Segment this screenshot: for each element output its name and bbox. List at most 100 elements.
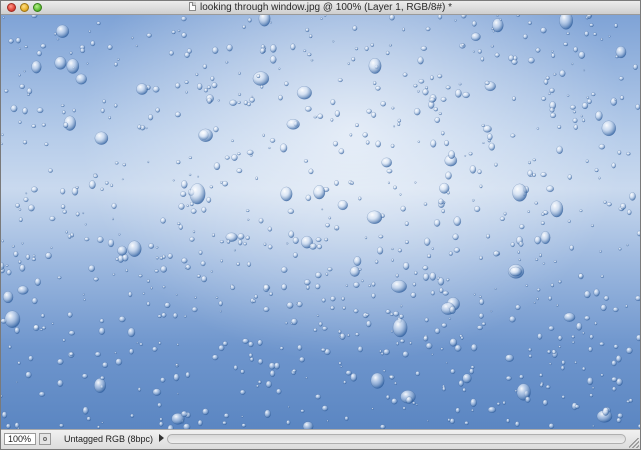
raindrop bbox=[536, 297, 539, 301]
raindrop bbox=[237, 100, 241, 104]
raindrop bbox=[115, 358, 123, 366]
raindrop bbox=[509, 266, 522, 277]
raindrop bbox=[454, 19, 457, 22]
raindrop bbox=[392, 318, 408, 338]
raindrop bbox=[448, 317, 452, 320]
raindrop bbox=[313, 328, 318, 333]
raindrop bbox=[100, 375, 105, 381]
raindrop bbox=[602, 407, 610, 416]
raindrop bbox=[324, 237, 329, 242]
raindrop bbox=[440, 347, 444, 351]
raindrop bbox=[449, 338, 458, 347]
raindrop bbox=[377, 246, 384, 255]
raindrop bbox=[226, 44, 233, 52]
raindrop bbox=[242, 338, 249, 344]
resize-grip[interactable] bbox=[629, 438, 639, 448]
raindrop bbox=[441, 208, 445, 214]
raindrop bbox=[113, 103, 118, 108]
raindrop bbox=[387, 181, 390, 185]
raindrop bbox=[542, 399, 548, 406]
raindrop bbox=[258, 217, 264, 224]
raindrop bbox=[430, 290, 435, 296]
raindrop bbox=[338, 361, 342, 366]
raindrop bbox=[22, 107, 28, 115]
status-options-button[interactable] bbox=[39, 433, 51, 445]
raindrop bbox=[600, 37, 604, 41]
raindrop bbox=[286, 301, 294, 309]
raindrop bbox=[94, 131, 109, 145]
raindrop bbox=[567, 219, 571, 224]
raindrop bbox=[414, 270, 418, 276]
raindrop bbox=[586, 377, 594, 386]
raindrop bbox=[233, 248, 236, 252]
triangle-right-icon[interactable] bbox=[159, 434, 164, 442]
raindrop bbox=[192, 230, 196, 234]
raindrop bbox=[211, 354, 219, 361]
raindrop bbox=[614, 98, 617, 101]
raindrop bbox=[168, 50, 174, 56]
image-canvas[interactable] bbox=[1, 15, 640, 429]
raindrop bbox=[438, 198, 444, 205]
raindrop bbox=[249, 97, 255, 103]
raindrop bbox=[213, 162, 221, 171]
raindrop bbox=[215, 296, 219, 299]
raindrop bbox=[617, 150, 622, 155]
raindrop bbox=[561, 360, 566, 365]
raindrop bbox=[83, 298, 86, 302]
raindrop bbox=[201, 275, 208, 283]
raindrop bbox=[470, 32, 481, 41]
raindrop bbox=[600, 304, 607, 312]
raindrop bbox=[540, 231, 551, 245]
raindrop bbox=[625, 304, 628, 308]
raindrop bbox=[135, 44, 139, 48]
raindrop bbox=[189, 236, 195, 242]
raindrop bbox=[509, 315, 516, 323]
raindrop bbox=[136, 83, 148, 95]
raindrop bbox=[10, 104, 18, 113]
raindrop bbox=[278, 67, 281, 71]
raindrop bbox=[18, 47, 22, 51]
raindrop bbox=[405, 396, 413, 404]
raindrop bbox=[96, 21, 101, 26]
raindrop bbox=[494, 287, 497, 290]
raindrop bbox=[525, 396, 531, 403]
raindrop bbox=[380, 101, 387, 107]
raindrop bbox=[460, 336, 464, 340]
raindrop bbox=[152, 388, 162, 396]
raindrop bbox=[429, 272, 436, 281]
raindrop bbox=[472, 50, 475, 53]
raindrop bbox=[542, 262, 546, 265]
horizontal-scrollbar[interactable] bbox=[167, 434, 626, 444]
raindrop bbox=[90, 40, 96, 47]
raindrop bbox=[453, 216, 462, 226]
raindrop bbox=[586, 15, 593, 19]
raindrop bbox=[383, 348, 390, 356]
document-icon[interactable] bbox=[189, 2, 197, 11]
raindrop bbox=[422, 265, 429, 271]
raindrop bbox=[197, 175, 200, 178]
raindrop bbox=[13, 251, 19, 258]
raindrop bbox=[527, 210, 531, 213]
title-bar[interactable]: looking through window.jpg @ 100% (Layer… bbox=[1, 1, 640, 15]
raindrop bbox=[534, 201, 539, 205]
raindrop bbox=[381, 157, 393, 168]
raindrop bbox=[127, 327, 136, 338]
raindrop bbox=[380, 352, 384, 356]
raindrop bbox=[75, 211, 80, 217]
raindrop bbox=[209, 185, 214, 189]
raindrop bbox=[548, 92, 551, 96]
raindrop bbox=[38, 391, 46, 397]
raindrop bbox=[494, 52, 500, 58]
raindrop bbox=[632, 64, 638, 71]
raindrop bbox=[402, 72, 408, 77]
raindrop bbox=[67, 311, 73, 318]
raindrop bbox=[157, 402, 162, 408]
raindrop bbox=[499, 18, 502, 22]
raindrop bbox=[571, 335, 576, 339]
raindrop bbox=[177, 222, 181, 226]
raindrop bbox=[617, 413, 624, 419]
raindrop bbox=[540, 172, 547, 178]
raindrop bbox=[265, 380, 272, 388]
raindrop bbox=[217, 99, 221, 102]
zoom-level-field[interactable]: 100% bbox=[4, 433, 36, 445]
